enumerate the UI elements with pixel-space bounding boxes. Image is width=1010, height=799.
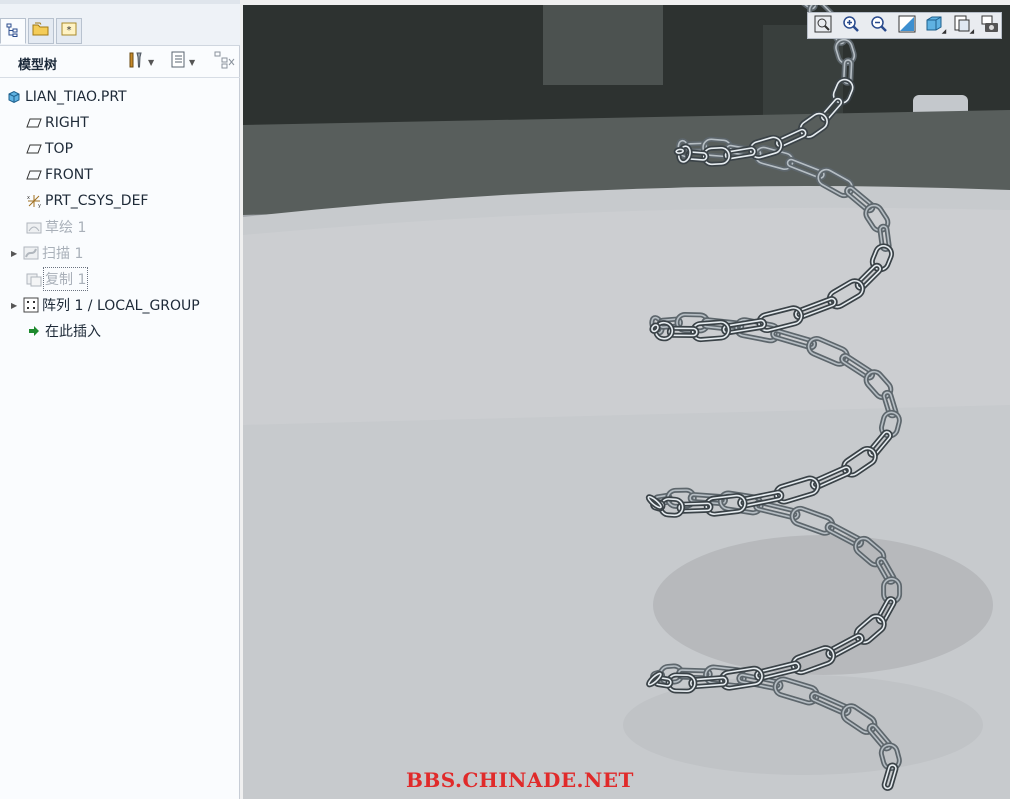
svg-text:y: y — [38, 203, 41, 209]
chain-link — [853, 535, 887, 568]
model-tree-panel: * 模型树 ▼ ▼ LIAN_TIAO.PRT RIGHT TOP FRONT … — [0, 0, 240, 799]
tree-item-label: 在此插入 — [45, 324, 101, 340]
zoom-in-button[interactable] — [840, 15, 862, 37]
zoom-out-icon — [870, 15, 888, 37]
display-style-icon — [925, 15, 943, 37]
tree-item-label: LIAN_TIAO.PRT — [25, 89, 127, 105]
display-style-button[interactable]: ◢ — [923, 15, 947, 37]
star-icon: * — [61, 21, 77, 41]
repaint-button[interactable] — [896, 15, 918, 37]
tree-item-label: 草绘 1 — [45, 220, 87, 236]
zoom-fit-icon — [814, 15, 832, 37]
chain-model[interactable] — [243, 5, 1010, 799]
tree-item-label: TOP — [45, 141, 74, 157]
tree-item-part[interactable]: LIAN_TIAO.PRT — [6, 86, 127, 108]
header-divider — [0, 77, 240, 78]
insert-here-arrow-icon — [26, 323, 42, 339]
tree-item-pattern[interactable]: ▶ 阵列 1 / LOCAL_GROUP — [11, 294, 200, 316]
watermark-text: BBS.CHINADE.NET — [406, 768, 634, 792]
chevron-down-icon: ◢ — [941, 27, 947, 35]
part-icon — [6, 89, 22, 105]
folder-icon — [32, 21, 50, 41]
refit-button[interactable] — [812, 15, 834, 37]
coordinate-system-icon: xy — [26, 193, 42, 209]
settings-button[interactable]: ▼ — [127, 52, 154, 72]
datum-plane-icon — [26, 141, 42, 157]
show-list-icon — [170, 51, 186, 73]
zoom-out-button[interactable] — [868, 15, 890, 37]
expand-arrow-icon[interactable]: ▶ — [11, 301, 21, 310]
datum-plane-icon — [26, 167, 42, 183]
svg-text:*: * — [67, 25, 72, 36]
tree-item-label: 复制 1 — [42, 267, 89, 291]
filter-icon — [214, 51, 236, 73]
tree-item-csys[interactable]: xy PRT_CSYS_DEF — [26, 190, 148, 212]
pattern-icon — [23, 297, 39, 313]
graphics-viewport[interactable]: ◢ ◢ BBS.CHINADE.NET — [243, 5, 1010, 799]
tree-structure-icon — [6, 22, 20, 41]
filter-button[interactable] — [214, 51, 236, 73]
tree-item-top-plane[interactable]: TOP — [26, 138, 73, 160]
favorites-tab[interactable]: * — [56, 18, 82, 44]
saved-views-button[interactable]: ◢ — [951, 15, 975, 37]
tree-item-label: 阵列 1 / LOCAL_GROUP — [42, 298, 200, 314]
datum-plane-icon — [26, 115, 42, 131]
zoom-in-icon — [842, 15, 860, 37]
tree-item-label: PRT_CSYS_DEF — [45, 193, 149, 209]
tree-item-sweep[interactable]: ▶ 扫描 1 — [11, 242, 83, 264]
model-tree-title: 模型树 — [18, 58, 58, 73]
chevron-down-icon: ▼ — [148, 57, 155, 67]
tree-item-sketch[interactable]: 草绘 1 — [26, 216, 86, 238]
tree-item-right-plane[interactable]: RIGHT — [26, 112, 89, 134]
chain-link — [673, 146, 686, 156]
tree-item-label: 扫描 1 — [42, 246, 84, 262]
tree-item-insert-here[interactable]: 在此插入 — [26, 320, 101, 342]
svg-text:x: x — [27, 195, 30, 201]
chevron-down-icon: ▼ — [189, 57, 196, 67]
tree-item-label: RIGHT — [45, 115, 89, 131]
saved-views-icon — [953, 15, 971, 37]
expand-arrow-icon[interactable]: ▶ — [11, 249, 21, 258]
camera-icon — [981, 15, 999, 37]
tree-item-label: FRONT — [45, 167, 93, 183]
chain-link-highlight — [854, 537, 885, 566]
chain-link — [649, 322, 661, 334]
show-button[interactable]: ▼ — [170, 51, 196, 73]
view-toolbar: ◢ ◢ — [807, 12, 1002, 39]
chevron-down-icon: ◢ — [969, 27, 975, 35]
model-tree-tab[interactable] — [0, 18, 26, 44]
panel-top-edge — [0, 0, 240, 4]
copy-icon — [26, 271, 42, 287]
model-tree-header: 模型树 ▼ ▼ — [0, 48, 240, 76]
sweep-icon — [23, 245, 39, 261]
tab-strip-divider — [0, 45, 240, 46]
repaint-icon — [898, 15, 916, 37]
screenshot-button[interactable] — [979, 15, 1001, 37]
navigator-tab-strip: * — [0, 0, 240, 46]
tree-item-front-plane[interactable]: FRONT — [26, 164, 93, 186]
tree-item-copy[interactable]: 复制 1 — [26, 267, 89, 291]
sketch-icon — [26, 219, 42, 235]
folder-browser-tab[interactable] — [28, 18, 54, 44]
settings-tools-icon — [127, 51, 145, 73]
